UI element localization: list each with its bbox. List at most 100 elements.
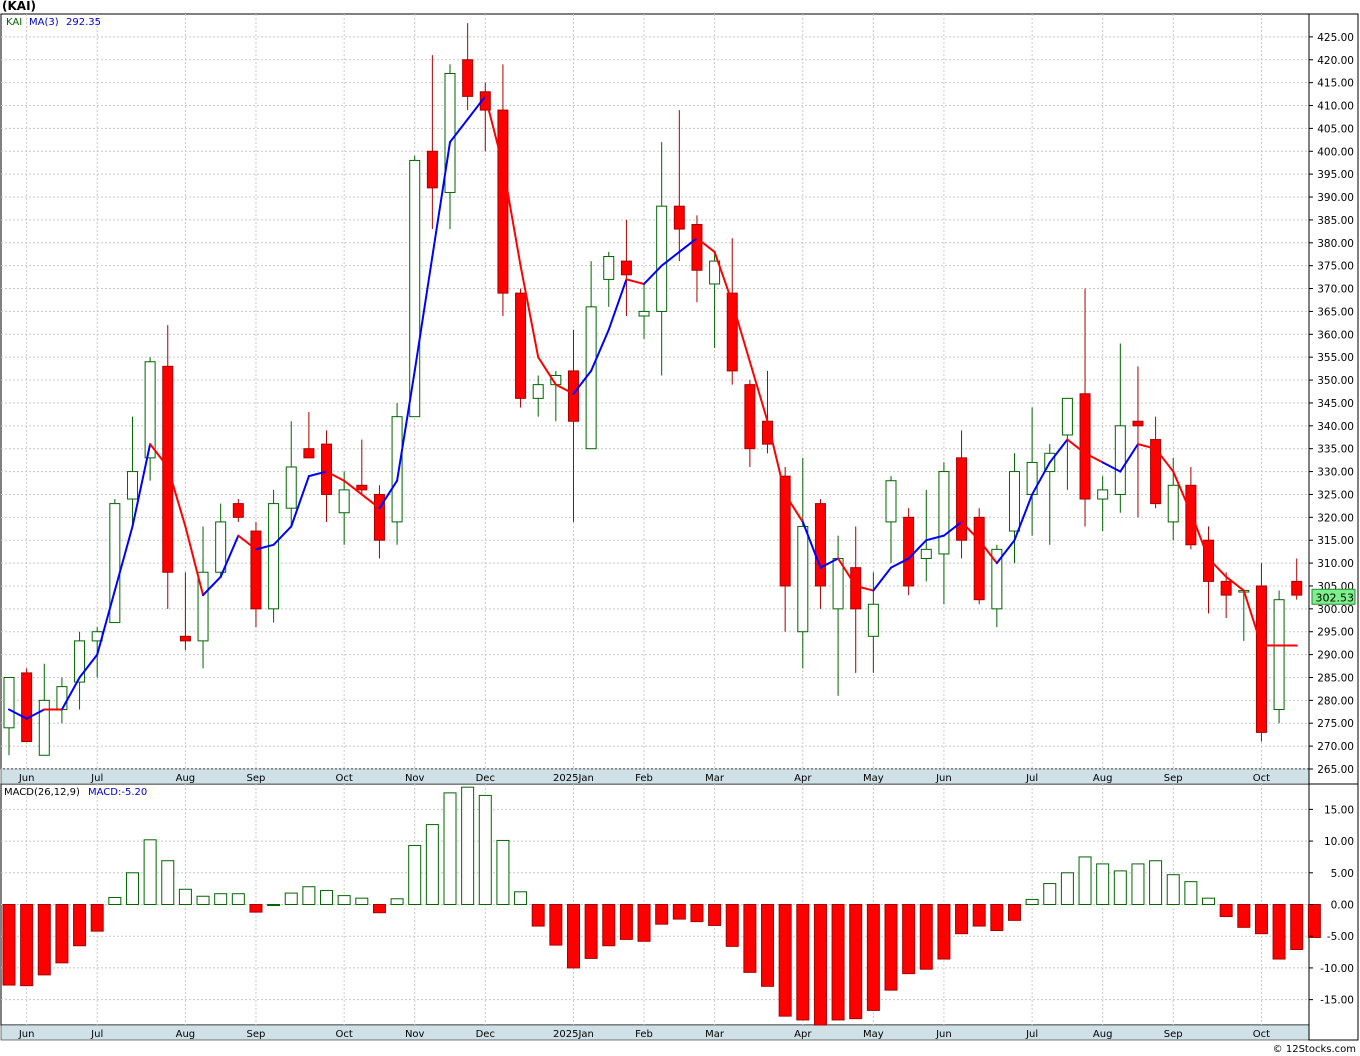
macd-tick-label: 0.00	[1331, 900, 1354, 912]
price-tick-label: 355.00	[1317, 352, 1354, 364]
candle-body	[56, 686, 68, 711]
price-tick-label: 360.00	[1317, 329, 1354, 341]
macd-bar	[196, 895, 210, 905]
month-label: Nov	[405, 773, 425, 784]
month-label: Feb	[635, 1029, 653, 1040]
macd-bar	[37, 904, 51, 976]
legend-ma-value: 292.35	[66, 17, 101, 28]
macd-bar	[231, 893, 245, 906]
candle-body	[903, 516, 915, 587]
macd-bar	[267, 904, 281, 906]
month-label: Mar	[705, 1029, 725, 1040]
macd-bar	[55, 904, 69, 964]
legend-ticker: KAI	[6, 17, 22, 28]
macd-bar	[302, 886, 316, 906]
macd-bar	[549, 904, 563, 946]
macd-bar	[1149, 860, 1163, 906]
macd-bar	[584, 904, 598, 959]
price-tick-label: 390.00	[1317, 192, 1354, 204]
candle-body	[497, 109, 509, 294]
month-label: Oct	[336, 773, 353, 784]
candle-body	[1114, 425, 1126, 495]
macd-bar	[214, 893, 228, 906]
candle-body	[3, 676, 15, 729]
macd-bar	[761, 904, 775, 987]
price-tick-label: 315.00	[1317, 535, 1354, 547]
macd-bar	[337, 895, 351, 905]
candle-body	[744, 384, 756, 450]
macd-bar	[355, 897, 369, 906]
price-tick-label: 350.00	[1317, 375, 1354, 387]
month-label: Aug	[176, 773, 196, 784]
price-tick-label: 330.00	[1317, 467, 1354, 479]
macd-bar	[125, 872, 139, 906]
price-tick-label: 380.00	[1317, 238, 1354, 250]
price-tick-label: 295.00	[1317, 627, 1354, 639]
month-label: May	[863, 773, 884, 784]
price-tick-label: 270.00	[1317, 741, 1354, 753]
macd-bar	[1307, 904, 1321, 938]
macd-bar	[813, 904, 827, 1026]
macd-bar	[143, 839, 157, 906]
macd-bar	[1078, 856, 1092, 905]
legend-macd-value: MACD:-5.20	[88, 787, 147, 798]
month-label: Sep	[247, 1029, 266, 1040]
price-tick-label: 415.00	[1317, 78, 1354, 90]
candle-body	[956, 457, 968, 541]
month-label: Sep	[1164, 1029, 1183, 1040]
macd-bar	[672, 904, 686, 920]
candle-body	[1291, 580, 1303, 596]
candle-body	[603, 256, 615, 280]
price-tick-label: 285.00	[1317, 672, 1354, 684]
macd-bar	[73, 904, 87, 947]
candle-body	[444, 72, 456, 193]
month-label: Jun	[18, 1029, 35, 1040]
macd-bar	[919, 904, 933, 970]
month-label: Sep	[247, 773, 266, 784]
price-tick-label: 425.00	[1317, 32, 1354, 44]
macd-bar	[408, 845, 422, 906]
month-label: May	[863, 1029, 884, 1040]
candle-body	[356, 484, 368, 491]
candle-body	[620, 260, 632, 276]
macd-bar	[108, 897, 122, 905]
candle-body	[232, 503, 244, 518]
legend-macd-label: MACD(26,12,9)	[4, 787, 80, 798]
macd-bar	[461, 786, 475, 906]
macd-bar	[1219, 904, 1233, 918]
macd-bar	[1007, 904, 1021, 921]
macd-bar	[602, 904, 616, 947]
month-label: Jun	[935, 1029, 952, 1040]
price-tick-label: 275.00	[1317, 718, 1354, 730]
macd-tick-label: 15.00	[1324, 804, 1354, 816]
candle-body	[638, 310, 650, 317]
candle-body	[426, 150, 438, 189]
macd-tick-label: -5.00	[1327, 931, 1354, 943]
candle-body	[938, 471, 950, 555]
month-label: Aug	[1093, 773, 1113, 784]
candle-body	[1008, 471, 1020, 532]
stock-chart: (KAI) Jun Jun Jul Jul Aug Aug Sep Sep Oct Oct Nov N…	[0, 0, 1360, 1056]
candle-body	[1220, 580, 1232, 596]
price-tick-label: 325.00	[1317, 489, 1354, 501]
price-tick-label: 395.00	[1317, 169, 1354, 181]
macd-bar	[637, 904, 651, 942]
price-tick-label: 310.00	[1317, 558, 1354, 570]
last-price-label: 302.53	[1316, 591, 1355, 604]
macd-tick-label: 5.00	[1331, 868, 1354, 880]
month-label: Apr	[794, 1029, 812, 1040]
macd-bar	[90, 904, 104, 932]
candle-body	[1097, 489, 1109, 500]
month-label: Oct	[1253, 1029, 1270, 1040]
price-tick-label: 370.00	[1317, 284, 1354, 296]
macd-bar	[1166, 874, 1180, 905]
candle-body	[303, 448, 315, 459]
macd-bar	[778, 904, 792, 1017]
macd-bar	[1060, 872, 1074, 906]
macd-bar	[1237, 904, 1251, 928]
candle-body	[268, 503, 280, 610]
macd-bar	[1254, 904, 1268, 935]
macd-tick-label: -15.00	[1320, 995, 1354, 1007]
macd-bar	[655, 904, 669, 925]
candle-body	[215, 521, 227, 573]
